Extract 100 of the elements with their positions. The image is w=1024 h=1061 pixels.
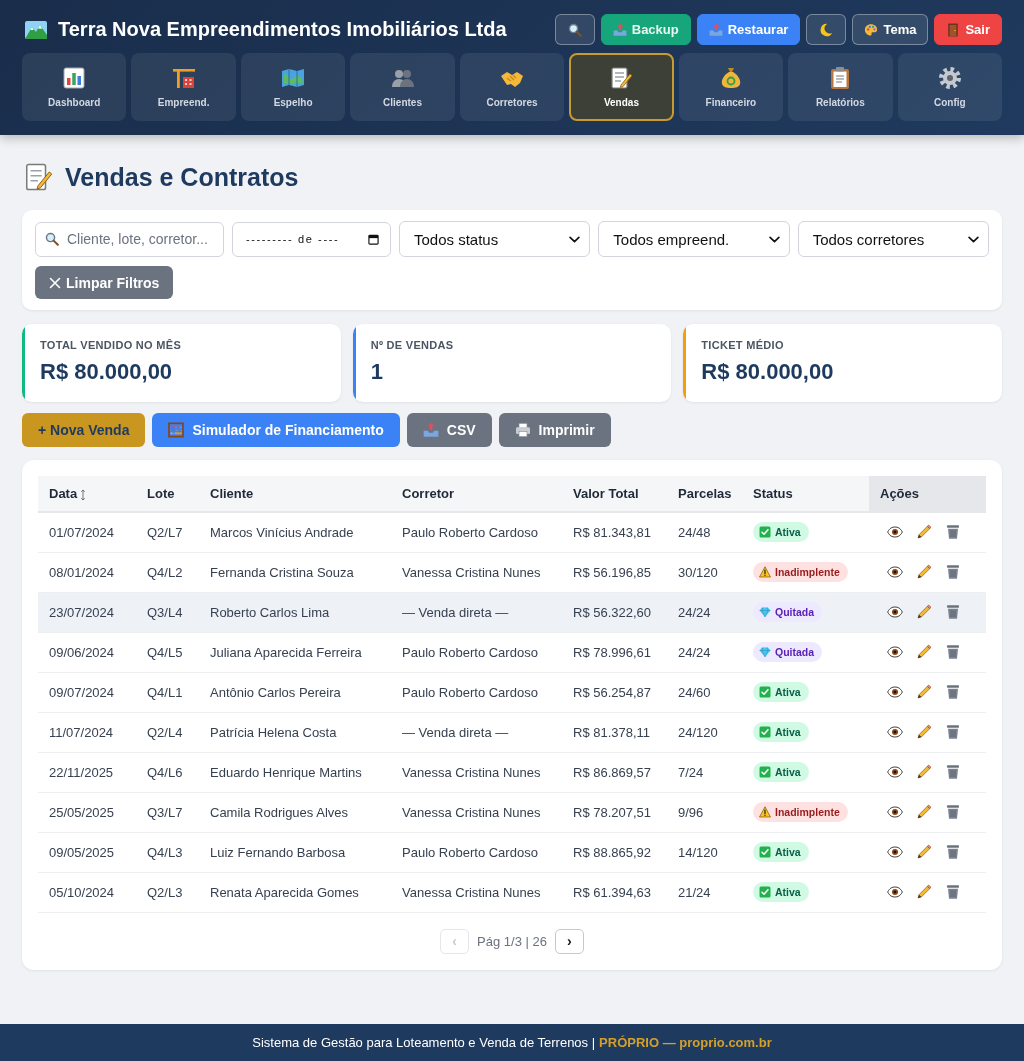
search-field[interactable]: Cliente, lote, corretor... (35, 221, 224, 257)
nav-tab[interactable]: Config (897, 53, 1002, 121)
table-cell: Paulo Roberto Cardoso (391, 832, 562, 872)
table-cell: Renata Aparecida Gomes (199, 872, 391, 912)
table-cell: 7/24 (667, 752, 742, 792)
filter-select[interactable]: Todos corretores (797, 221, 989, 257)
table-cell: Vanessa Cristina Nunes (391, 552, 562, 592)
theme-button[interactable]: Tema (852, 14, 929, 45)
table-cell: Roberto Carlos Lima (199, 592, 391, 632)
pencil-icon[interactable] (916, 764, 932, 780)
map-icon (281, 66, 306, 90)
nav-tab[interactable]: Corretores (459, 53, 565, 121)
trash-icon[interactable] (945, 764, 961, 780)
table-cell: 25/05/2025 (38, 792, 136, 832)
pencil-icon[interactable] (916, 684, 932, 700)
trash-icon[interactable] (945, 604, 961, 620)
eye-icon[interactable] (887, 604, 903, 620)
table-cell: 08/01/2024 (38, 552, 136, 592)
simulator-button[interactable]: Simulador de Financiamento (152, 413, 400, 447)
table-cell: R$ 56.196,85 (562, 552, 667, 592)
eye-icon[interactable] (887, 564, 903, 580)
table-cell: R$ 86.869,57 (562, 752, 667, 792)
column-header: Cliente (199, 476, 391, 512)
table-cell: R$ 81.378,11 (562, 712, 667, 752)
status-label: Ativa (775, 846, 801, 858)
sort-icon (80, 488, 87, 501)
dark-mode-button[interactable] (806, 14, 847, 45)
status-label: Inadimplente (775, 566, 840, 578)
tray-icon (612, 22, 627, 37)
table-cell: Vanessa Cristina Nunes (391, 752, 562, 792)
table-cell: Antônio Carlos Pereira (199, 672, 391, 712)
chevron-down-icon (569, 235, 581, 243)
table-cell: Vanessa Cristina Nunes (391, 792, 562, 832)
table-cell: 24/60 (667, 672, 742, 712)
pencil-icon[interactable] (916, 564, 932, 580)
crane-icon (171, 66, 196, 90)
nav-tab[interactable]: Vendas (569, 53, 674, 121)
pencil-icon[interactable] (916, 524, 932, 541)
trash-icon[interactable] (945, 844, 961, 860)
csv-button[interactable]: CSV (406, 413, 492, 447)
table-cell: Q2/L7 (136, 512, 199, 552)
table-cell: Q4/L2 (136, 552, 199, 592)
calendar-icon (368, 233, 379, 245)
stat-label: TOTAL VENDIDO NO MÊS (40, 339, 182, 351)
clear-filters-button[interactable]: Limpar Filtros (35, 266, 174, 299)
trash-icon[interactable] (945, 724, 961, 740)
table-cell: Q3/L7 (136, 792, 199, 832)
pencil-icon[interactable] (916, 724, 932, 740)
new-sale-button[interactable]: + Nova Venda (22, 413, 146, 447)
nav-tab[interactable]: Financeiro (678, 53, 784, 121)
check-mark-icon (759, 726, 771, 738)
trash-icon[interactable] (945, 804, 961, 820)
filter-select[interactable]: Todos empreend. (598, 221, 790, 257)
table-cell: R$ 56.322,60 (562, 592, 667, 632)
eye-icon[interactable] (887, 764, 903, 780)
month-field[interactable]: --------- de ---- (232, 221, 391, 257)
trash-icon[interactable] (945, 564, 961, 580)
eye-icon[interactable] (887, 524, 903, 541)
pencil-icon[interactable] (916, 884, 932, 900)
eye-icon[interactable] (887, 684, 903, 700)
tray-icon (708, 22, 723, 37)
eye-icon[interactable] (887, 724, 903, 740)
pencil-icon[interactable] (916, 804, 932, 820)
nav-tab[interactable]: Relatórios (788, 53, 893, 121)
nav-tab[interactable]: Empreend. (131, 53, 236, 121)
search-button[interactable] (554, 14, 595, 45)
page-title: Vendas e Contratos (65, 162, 299, 192)
next-page-button[interactable]: › (554, 928, 584, 954)
warning-icon (759, 806, 771, 818)
eye-icon[interactable] (887, 844, 903, 860)
trash-icon[interactable] (945, 644, 961, 660)
abacus-icon (168, 422, 185, 438)
nav-tab[interactable]: Clientes (350, 53, 455, 121)
exit-button[interactable]: Sair (934, 14, 1002, 45)
footer-link[interactable]: PRÓPRIO — proprio.com.br (599, 1035, 772, 1050)
eye-icon[interactable] (887, 804, 903, 820)
x-icon (49, 276, 61, 289)
filter-select[interactable]: Todos status (399, 221, 591, 257)
trash-icon[interactable] (945, 884, 961, 900)
eye-icon[interactable] (887, 884, 903, 900)
eye-icon[interactable] (887, 644, 903, 660)
table-cell: Luiz Fernando Barbosa (199, 832, 391, 872)
column-header[interactable]: Data (38, 476, 136, 512)
table-cell: Q4/L1 (136, 672, 199, 712)
trash-icon[interactable] (945, 524, 961, 541)
pencil-icon[interactable] (916, 644, 932, 660)
nav-tab[interactable]: Dashboard (22, 53, 127, 121)
restore-button[interactable]: Restaurar (696, 14, 801, 45)
check-mark-icon (759, 766, 771, 778)
status-label: Quitada (775, 606, 815, 618)
table-cell: 24/120 (667, 712, 742, 752)
nav-tab[interactable]: Espelho (240, 53, 346, 121)
print-button[interactable]: Imprimir (498, 413, 611, 447)
status-label: Inadimplente (775, 806, 840, 818)
trash-icon[interactable] (945, 684, 961, 700)
table-cell: Q4/L6 (136, 752, 199, 792)
pencil-icon[interactable] (916, 844, 932, 860)
pencil-icon[interactable] (916, 604, 932, 620)
status-label: Ativa (775, 766, 801, 778)
column-header: Valor Total (562, 476, 667, 512)
